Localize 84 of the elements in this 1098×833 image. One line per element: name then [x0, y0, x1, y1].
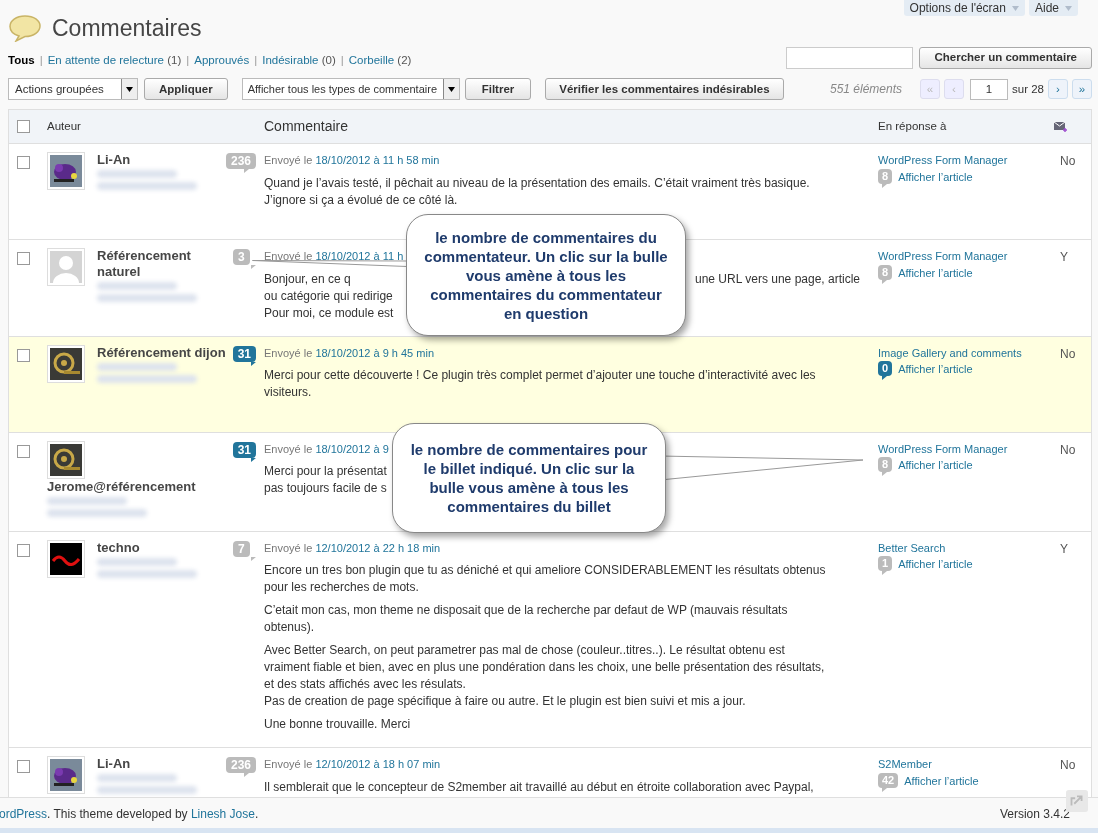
status-filter-link[interactable]: Indésirable (0): [262, 52, 336, 70]
comment-text: J’ignore si ça a évolué de ce côté là.: [264, 191, 458, 209]
status-filter-link[interactable]: Approuvés: [194, 52, 250, 70]
view-article-link[interactable]: Afficher l’article: [898, 361, 973, 378]
comment-text: Avec Better Search, on peut parametrer pas mal de chose (couleur..titres..). Le résultat obtenu est: [264, 642, 785, 660]
apply-button[interactable]: Appliquer: [144, 78, 228, 101]
post-link[interactable]: WordPress Form Manager: [878, 440, 1040, 458]
post-link[interactable]: Better Search: [878, 539, 1040, 557]
item-count: 551 éléments: [830, 81, 903, 99]
check-spam-button[interactable]: Vérifier les commentaires indésirables: [545, 78, 784, 101]
date-link[interactable]: 12/10/2012 à 18 h 07 min: [315, 758, 441, 771]
search-button[interactable]: Chercher un commentaire: [919, 46, 1092, 69]
page-title: Commentaires: [52, 13, 202, 43]
separator: |: [186, 53, 190, 68]
comment-text: Pas de creation de page spécifique à faire ou autre. Et le plugin est bien suivi et mis a jour.: [264, 693, 746, 711]
author-name: Référencement dijon: [97, 344, 226, 360]
post-link[interactable]: S2Member: [878, 756, 1040, 773]
table-cell-text: No: [1060, 153, 1076, 171]
table-cell-text: No: [1060, 441, 1076, 459]
comment-text: visiteurs.: [264, 384, 312, 402]
comment-text: pour les recherches de mots.: [264, 579, 419, 597]
comment-text: et des stats affichés avec les résulats.: [264, 676, 466, 694]
status-filter-link[interactable]: Tous: [8, 52, 35, 70]
comment-type-select[interactable]: Afficher tous les types de commentaire: [241, 78, 460, 101]
author-name: Li-An: [97, 756, 131, 772]
callout-text: le nombre de commentaires du commentateur. Un clic sur la bulle vous amène à tous les commentaires du commentateur en question: [423, 227, 669, 323]
column-header: Commentaire: [264, 117, 350, 137]
comment-text: pas toujours facile de s: [264, 480, 387, 498]
view-article-link[interactable]: Afficher l’article: [898, 168, 973, 186]
view-article-link[interactable]: Afficher l’article: [898, 264, 973, 282]
author-name: Li-An: [97, 152, 131, 168]
comment-date: Envoyé le 12/10/2012 à 22 h 18 min: [264, 540, 442, 556]
date-link[interactable]: 18/10/2012 à 11 h: [315, 250, 404, 263]
table-cell-text: No: [1060, 757, 1076, 775]
footer-link[interactable]: Linesh Jose: [190, 806, 255, 821]
comment-text: Une bonne trouvaille. Merci: [264, 716, 411, 734]
date-link[interactable]: 12/10/2012 à 22 h 18 min: [315, 541, 441, 554]
screen-options-tab[interactable]: Options de l'écran: [903, 0, 1025, 16]
post-link[interactable]: WordPress Form Manager: [878, 248, 1040, 265]
comment-text: ou catégorie qui redirige: [264, 287, 393, 305]
last-page-button[interactable]: »: [1072, 79, 1092, 100]
comment-text: Merci pour la présentat: [264, 463, 387, 481]
page-total: sur 28: [1012, 81, 1044, 97]
author-name: techno: [97, 539, 140, 555]
comment-text: Encore un tres bon plugin que tu as déniché et qui ameliore CONSIDERABLEMENT les résultats obtenus: [264, 562, 826, 580]
date-link[interactable]: 18/10/2012 à 9 h 45 min: [315, 346, 435, 359]
column-header: En réponse à: [878, 119, 948, 135]
help-tab[interactable]: Aide: [1028, 0, 1078, 16]
status-filter-link[interactable]: En attente de relecture (1): [47, 52, 182, 70]
separator: |: [39, 53, 43, 68]
table-cell-text: Y: [1060, 540, 1068, 558]
next-page-button[interactable]: ›: [1048, 79, 1068, 100]
post-link[interactable]: Image Gallery and comments: [878, 344, 1040, 362]
date-link[interactable]: 18/10/2012 à 9: [315, 442, 389, 455]
callout-text: le nombre de commentaires pour le billet indiqué. Un clic sur la bulle vous amène à tous les commentaires du billet: [409, 440, 649, 516]
comment-date: Envoyé le 18/10/2012 à 11 h 58 min: [264, 153, 441, 169]
filter-button[interactable]: Filtrer: [464, 78, 532, 101]
view-article-link[interactable]: Afficher l’article: [904, 772, 979, 790]
post-link[interactable]: WordPress Form Manager: [878, 152, 1040, 169]
author-name: Jerome@référencement: [47, 478, 196, 494]
table-cell-text: No: [1060, 345, 1076, 363]
comment-text: vraiment fiable et bien, avec en plus une pondération dans les choix, une belle présentation des résultats,: [264, 659, 825, 677]
comment-text: Quand je l’avais testé, il pêchait au niveau de la présentation des emails. C’était vraiment très basique.: [264, 174, 810, 192]
status-filter-link[interactable]: Corbeille (2): [348, 52, 412, 70]
comment-text: Merci pour cette découverte ! Ce plugin très complet permet d’ajouter une touche d’interactivité avec les: [264, 367, 816, 385]
table-cell-text: Y: [1060, 249, 1068, 267]
comment-text: obtenus).: [264, 619, 315, 637]
comment-text: Bonjour, en ce q: [264, 270, 351, 288]
view-article-link[interactable]: Afficher l’article: [898, 457, 973, 474]
author-name: Référencement naturel: [97, 248, 191, 280]
comment-text: Il semblerait que le concepteur de S2member ait travaillé au début en étroite collaboration avec Paypal,: [264, 778, 814, 796]
separator: |: [254, 53, 258, 68]
column-header: Auteur: [47, 119, 82, 135]
comment-date: Envoyé le 18/10/2012 à 9 h 45 min: [264, 345, 436, 361]
page-number-field[interactable]: 1: [970, 78, 1009, 100]
bulk-actions-select[interactable]: Actions groupées: [8, 78, 138, 101]
comment-text: une URL vers une page, article: [695, 270, 860, 288]
date-link[interactable]: 18/10/2012 à 11 h 58 min: [315, 154, 440, 167]
view-article-link[interactable]: Afficher l’article: [898, 556, 973, 573]
comment-text: C’etait mon cas, mon theme ne disposait que de la recherche par defaut de WP (mauvais résultats: [264, 602, 788, 620]
footer-credit: ordPress. This theme developed by Linesh Jose.: [0, 805, 259, 823]
separator: |: [340, 53, 344, 68]
comment-text: Pour moi, ce module est: [264, 304, 394, 322]
comment-date: Envoyé le 12/10/2012 à 18 h 07 min: [264, 757, 442, 773]
